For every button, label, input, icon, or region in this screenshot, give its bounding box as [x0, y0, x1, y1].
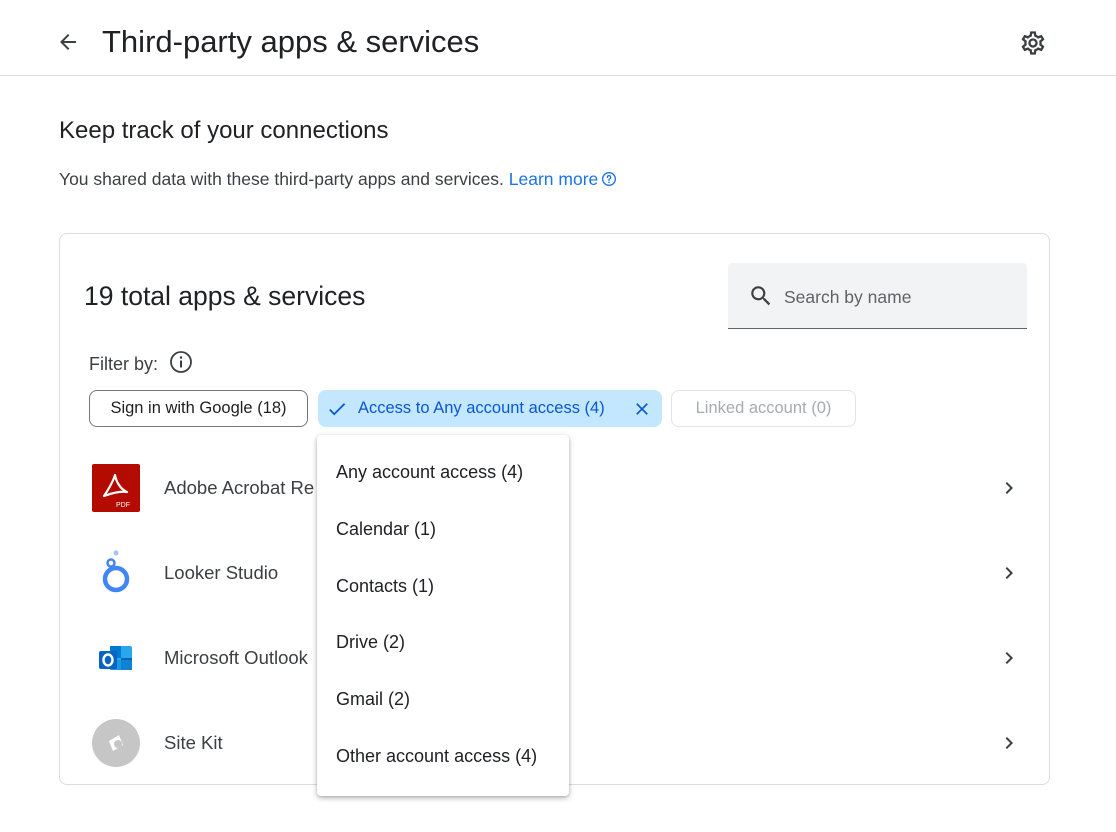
chevron-right-icon: [1005, 737, 1013, 749]
section-heading: Keep track of your connections: [59, 117, 389, 144]
settings-button[interactable]: [1016, 26, 1050, 60]
app-name: Microsoft Outlook: [164, 647, 308, 668]
app-name: Site Kit: [164, 732, 223, 753]
search-input[interactable]: [784, 285, 1004, 309]
site-kit-icon: [92, 719, 140, 767]
back-button[interactable]: [52, 26, 84, 58]
check-icon: [326, 398, 348, 420]
chip-label: Linked account (0): [695, 399, 832, 417]
apps-count-title: 19 total apps & services: [84, 281, 366, 311]
chip-linked-account: Linked account (0): [671, 390, 856, 427]
search-box[interactable]: [728, 263, 1027, 329]
account-access-dropdown: Any account access (4) Calendar (1) Cont…: [317, 435, 569, 796]
chip-label: Access to Any account access (4): [358, 399, 605, 417]
dropdown-item-drive[interactable]: Drive (2): [317, 614, 569, 671]
section-description: You shared data with these third-party a…: [59, 167, 617, 191]
adobe-acrobat-icon: PDF: [92, 464, 140, 512]
help-circle-icon: [602, 172, 617, 186]
filter-label: Filter by:: [89, 354, 159, 374]
chip-sign-in-with-google[interactable]: Sign in with Google (18): [89, 390, 308, 427]
outlook-icon: [92, 634, 140, 682]
chevron-right-icon: [1005, 567, 1013, 579]
description-text: You shared data with these third-party a…: [59, 169, 504, 189]
looker-studio-icon: [92, 549, 140, 597]
learn-more-label: Learn more: [508, 169, 599, 189]
dropdown-item-any-account-access[interactable]: Any account access (4): [317, 444, 569, 501]
dropdown-item-calendar[interactable]: Calendar (1): [317, 501, 569, 558]
chevron-right-icon: [1005, 482, 1013, 494]
learn-more-link[interactable]: Learn more: [509, 169, 618, 189]
dropdown-item-contacts[interactable]: Contacts (1): [317, 558, 569, 615]
arrow-back-icon: [60, 34, 76, 50]
top-app-bar: Third-party apps & services: [0, 0, 1116, 76]
gear-icon: [1021, 31, 1045, 55]
app-name: Adobe Acrobat Re: [164, 477, 315, 498]
dropdown-item-other-account-access[interactable]: Other account access (4): [317, 728, 569, 785]
app-name: Looker Studio: [164, 562, 279, 583]
svg-text:PDF: PDF: [116, 502, 130, 509]
chevron-right-icon: [1005, 652, 1013, 664]
info-icon[interactable]: [169, 350, 193, 374]
dropdown-item-gmail[interactable]: Gmail (2): [317, 671, 569, 728]
search-icon: [751, 286, 771, 306]
close-icon[interactable]: [632, 399, 652, 419]
chip-label: Sign in with Google (18): [110, 399, 287, 417]
chip-account-access[interactable]: Access to Any account access (4): [318, 390, 662, 427]
page-title: Third-party apps & services: [102, 24, 480, 59]
